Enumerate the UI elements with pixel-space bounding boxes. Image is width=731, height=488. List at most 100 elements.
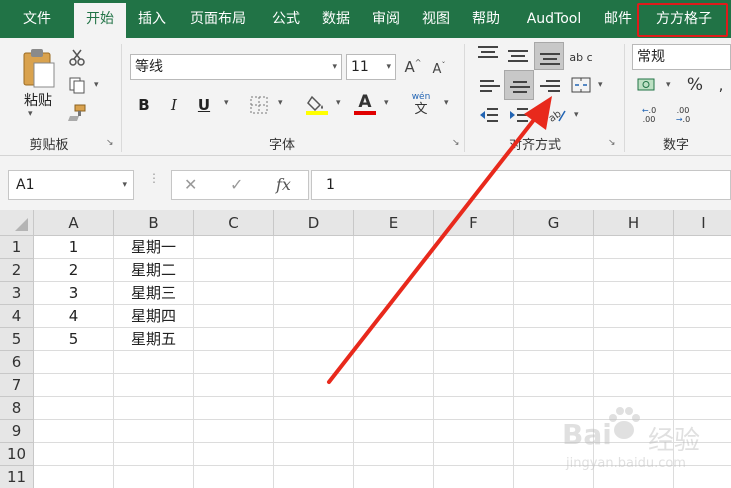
bottom-align-button-selected[interactable] <box>534 42 564 70</box>
clipboard-launcher-icon[interactable]: ↘ <box>106 138 114 148</box>
accounting-format-icon[interactable] <box>636 74 660 96</box>
cell-h5[interactable] <box>594 328 674 351</box>
cell-g1[interactable] <box>514 236 594 259</box>
cell-i3[interactable] <box>674 282 731 305</box>
percent-style-button[interactable]: % <box>684 74 706 96</box>
merge-dropdown-icon[interactable]: ▾ <box>598 80 603 90</box>
row-header-10[interactable]: 10 <box>0 443 34 466</box>
orientation-icon[interactable]: ab <box>546 104 568 126</box>
cell-g6[interactable] <box>514 351 594 374</box>
number-format-select[interactable]: 常规 <box>632 44 731 70</box>
cell-d2[interactable] <box>274 259 354 282</box>
tab-review[interactable]: 审阅 <box>364 0 408 38</box>
row-header-5[interactable]: 5 <box>0 328 34 351</box>
cell-f9[interactable] <box>434 420 514 443</box>
phonetic-dropdown-icon[interactable]: ▾ <box>444 98 449 108</box>
cell-c5[interactable] <box>194 328 274 351</box>
cell-f4[interactable] <box>434 305 514 328</box>
row-header-2[interactable]: 2 <box>0 259 34 282</box>
cell-c10[interactable] <box>194 443 274 466</box>
cell-d6[interactable] <box>274 351 354 374</box>
cell-f6[interactable] <box>434 351 514 374</box>
cell-a2[interactable]: 2 <box>34 259 114 282</box>
formula-bar-grip-icon[interactable]: ⋮ <box>148 172 160 184</box>
copy-dropdown-icon[interactable]: ▾ <box>94 80 99 90</box>
cell-b1[interactable]: 星期一 <box>114 236 194 259</box>
cell-a11[interactable] <box>34 466 114 488</box>
cell-c11[interactable] <box>194 466 274 488</box>
cancel-icon[interactable]: ✕ <box>184 175 197 194</box>
name-box[interactable]: A1 ▾ <box>8 170 134 200</box>
cell-c4[interactable] <box>194 305 274 328</box>
cell-d1[interactable] <box>274 236 354 259</box>
fill-color-button[interactable] <box>304 90 330 118</box>
tab-data[interactable]: 数据 <box>316 0 356 38</box>
select-all-corner[interactable] <box>0 210 34 236</box>
italic-button[interactable]: I <box>164 94 184 116</box>
decrease-font-size-icon[interactable]: Aˇ <box>428 58 450 80</box>
tab-view[interactable]: 视图 <box>414 0 458 38</box>
cell-g5[interactable] <box>514 328 594 351</box>
tab-file[interactable]: 文件 <box>14 0 60 38</box>
cut-icon[interactable] <box>66 46 88 68</box>
cell-a4[interactable]: 4 <box>34 305 114 328</box>
cell-d10[interactable] <box>274 443 354 466</box>
align-right-icon[interactable] <box>540 80 562 96</box>
tab-mail[interactable]: 邮件 <box>598 0 638 38</box>
cell-b11[interactable] <box>114 466 194 488</box>
cell-b2[interactable]: 星期二 <box>114 259 194 282</box>
increase-indent-icon[interactable] <box>508 106 530 124</box>
row-header-3[interactable]: 3 <box>0 282 34 305</box>
cell-i1[interactable] <box>674 236 731 259</box>
align-center-button-selected[interactable] <box>504 70 534 100</box>
confirm-icon[interactable]: ✓ <box>230 175 243 194</box>
row-header-6[interactable]: 6 <box>0 351 34 374</box>
cell-d3[interactable] <box>274 282 354 305</box>
cell-e5[interactable] <box>354 328 434 351</box>
font-size-select[interactable]: 11 ▾ <box>346 54 396 80</box>
cell-i4[interactable] <box>674 305 731 328</box>
cell-d5[interactable] <box>274 328 354 351</box>
row-header-1[interactable]: 1 <box>0 236 34 259</box>
font-name-select[interactable]: 等线 ▾ <box>130 54 342 80</box>
row-header-7[interactable]: 7 <box>0 374 34 397</box>
cell-d8[interactable] <box>274 397 354 420</box>
phonetic-guide-button[interactable]: wén 文 <box>406 90 436 118</box>
cell-e8[interactable] <box>354 397 434 420</box>
paste-dropdown-icon[interactable]: ▾ <box>28 109 33 119</box>
cell-a6[interactable] <box>34 351 114 374</box>
cell-f7[interactable] <box>434 374 514 397</box>
tab-audtool[interactable]: AudTool <box>516 0 592 38</box>
column-header-d[interactable]: D <box>274 210 354 236</box>
cell-b3[interactable]: 星期三 <box>114 282 194 305</box>
cell-g3[interactable] <box>514 282 594 305</box>
decrease-decimal-icon[interactable]: .00 →.0 <box>670 104 696 126</box>
cell-c8[interactable] <box>194 397 274 420</box>
cell-c3[interactable] <box>194 282 274 305</box>
cell-g4[interactable] <box>514 305 594 328</box>
cell-b7[interactable] <box>114 374 194 397</box>
cell-c1[interactable] <box>194 236 274 259</box>
column-header-i[interactable]: I <box>674 210 731 236</box>
cell-f2[interactable] <box>434 259 514 282</box>
row-header-4[interactable]: 4 <box>0 305 34 328</box>
font-color-dropdown-icon[interactable]: ▾ <box>384 98 389 108</box>
cell-e10[interactable] <box>354 443 434 466</box>
cell-e4[interactable] <box>354 305 434 328</box>
cell-f11[interactable] <box>434 466 514 488</box>
tab-insert[interactable]: 插入 <box>132 0 172 38</box>
comma-style-icon[interactable]: , <box>712 74 730 96</box>
cell-d9[interactable] <box>274 420 354 443</box>
cell-b10[interactable] <box>114 443 194 466</box>
align-left-icon[interactable] <box>480 80 502 96</box>
cell-c6[interactable] <box>194 351 274 374</box>
wrap-text-icon[interactable]: ab c <box>568 46 594 68</box>
alignment-launcher-icon[interactable]: ↘ <box>608 138 616 148</box>
paste-button[interactable] <box>18 46 58 90</box>
cell-h7[interactable] <box>594 374 674 397</box>
cell-b5[interactable]: 星期五 <box>114 328 194 351</box>
column-header-a[interactable]: A <box>34 210 114 236</box>
cell-e2[interactable] <box>354 259 434 282</box>
copy-icon[interactable] <box>66 74 88 96</box>
cell-a9[interactable] <box>34 420 114 443</box>
